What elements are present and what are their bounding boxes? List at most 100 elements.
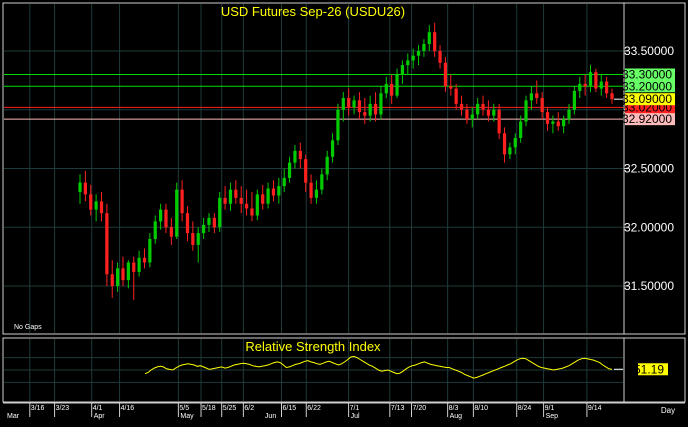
candle-body bbox=[373, 103, 378, 115]
chart-svg: 33.5000033.0000032.5000032.0000031.50000… bbox=[0, 0, 688, 422]
candle-body bbox=[99, 201, 104, 214]
candle-body bbox=[513, 137, 517, 148]
candle-body bbox=[261, 194, 265, 204]
candle-body bbox=[266, 188, 270, 204]
candle-body bbox=[486, 109, 491, 116]
candle-body bbox=[325, 156, 329, 175]
x-tick-label: 8/10 bbox=[474, 405, 488, 412]
x-tick-label: 5/18 bbox=[202, 405, 216, 412]
candle-body bbox=[185, 213, 190, 234]
price-level-labels: 33.3000033.2000033.0200032.9200033.09000 bbox=[614, 68, 675, 126]
candle-body bbox=[347, 98, 351, 108]
candle-body bbox=[94, 201, 98, 210]
candle-body bbox=[223, 197, 227, 204]
rsi-last-value-text: 51.19 bbox=[634, 362, 664, 376]
candle-body bbox=[169, 227, 173, 237]
candle-body bbox=[180, 189, 184, 214]
x-tick-label: 9/1 bbox=[545, 405, 555, 412]
candle-body bbox=[535, 93, 539, 98]
candle-body bbox=[357, 100, 362, 113]
rsi-chart-title: Relative Strength Index bbox=[245, 339, 381, 354]
candle-body bbox=[336, 109, 340, 141]
candle-body bbox=[158, 209, 163, 222]
price-level-label-text: 33.20000 bbox=[622, 79, 672, 93]
x-tick-label: 6/2 bbox=[244, 405, 254, 412]
candle-body bbox=[207, 217, 211, 225]
candle-body bbox=[244, 203, 249, 209]
candle-body bbox=[433, 32, 437, 51]
x-tick-label: 7/20 bbox=[412, 405, 426, 412]
candle-body bbox=[234, 189, 238, 198]
candle-body bbox=[250, 208, 254, 216]
x-month-label: Apr bbox=[94, 413, 106, 420]
chart-root: 33.5000033.0000032.5000032.0000031.50000… bbox=[0, 0, 688, 422]
x-tick-label: 7/13 bbox=[391, 405, 405, 412]
y-tick-label: 31.50000 bbox=[624, 279, 674, 293]
candle-body bbox=[395, 74, 399, 96]
candle-body bbox=[384, 83, 388, 94]
candle-body bbox=[137, 257, 141, 272]
candle-body bbox=[379, 93, 383, 115]
candle-body bbox=[132, 262, 136, 272]
candle-body bbox=[309, 182, 313, 198]
candle-body bbox=[271, 188, 276, 196]
candle-body bbox=[277, 186, 281, 196]
candle-body bbox=[519, 121, 523, 138]
price-chart-title: USD Futures Sep-26 (USDU26) bbox=[221, 4, 405, 19]
candle-body bbox=[583, 83, 587, 87]
candle-body bbox=[588, 72, 593, 87]
x-tick-label: 3/16 bbox=[31, 405, 45, 412]
x-month-label: May bbox=[180, 413, 194, 420]
y-tick-label: 33.50000 bbox=[624, 44, 674, 58]
candle-body bbox=[390, 83, 394, 96]
x-tick-label: 5/25 bbox=[223, 405, 237, 412]
candle-body bbox=[83, 182, 87, 195]
candle-body bbox=[363, 112, 367, 116]
candle-body bbox=[572, 90, 576, 110]
candle-body bbox=[443, 62, 448, 87]
candle-body bbox=[89, 194, 93, 210]
candle-body bbox=[175, 189, 179, 237]
candle-body bbox=[126, 262, 130, 281]
candle-body bbox=[368, 103, 372, 116]
candle-body bbox=[304, 159, 308, 183]
no-gaps-note: No Gaps bbox=[14, 324, 42, 331]
candle-body bbox=[476, 103, 480, 115]
candle-body bbox=[320, 174, 324, 190]
x-tick-label: 8/24 bbox=[518, 405, 532, 412]
candle-body bbox=[562, 119, 566, 127]
candle-body bbox=[110, 274, 114, 286]
x-tick-label: 6/22 bbox=[307, 405, 321, 412]
candle-body bbox=[459, 103, 464, 110]
x-tick-label: 3/23 bbox=[56, 405, 70, 412]
candle-body bbox=[314, 189, 319, 198]
candle-body bbox=[502, 133, 507, 155]
candle-body bbox=[454, 88, 458, 104]
candle-body bbox=[142, 257, 147, 263]
candle-body bbox=[228, 189, 233, 204]
candle-body bbox=[164, 209, 168, 228]
candle-body bbox=[411, 55, 415, 61]
x-tick-label: 4/1 bbox=[93, 405, 103, 412]
candle-body bbox=[605, 81, 609, 94]
y-tick-label: 32.00000 bbox=[624, 220, 674, 234]
candle-body bbox=[121, 268, 125, 281]
candle-body bbox=[567, 109, 571, 120]
candle-body bbox=[330, 140, 335, 157]
x-tick-label: 9/14 bbox=[588, 405, 602, 412]
y-tick-label: 32.50000 bbox=[624, 162, 674, 176]
candle-body bbox=[427, 32, 431, 44]
candle-body bbox=[212, 217, 216, 228]
candle-body bbox=[218, 197, 222, 228]
candle-body bbox=[508, 147, 512, 155]
x-month-label: Aug bbox=[450, 413, 463, 420]
candle-body bbox=[449, 86, 453, 89]
candle-body bbox=[599, 81, 603, 89]
candle-body bbox=[293, 150, 297, 163]
x-tick-label: 4/16 bbox=[121, 405, 135, 412]
candle-body bbox=[148, 239, 152, 263]
candle-body bbox=[556, 121, 560, 127]
candle-body bbox=[298, 150, 302, 160]
candle-body bbox=[105, 213, 109, 275]
candle-body bbox=[341, 98, 345, 110]
